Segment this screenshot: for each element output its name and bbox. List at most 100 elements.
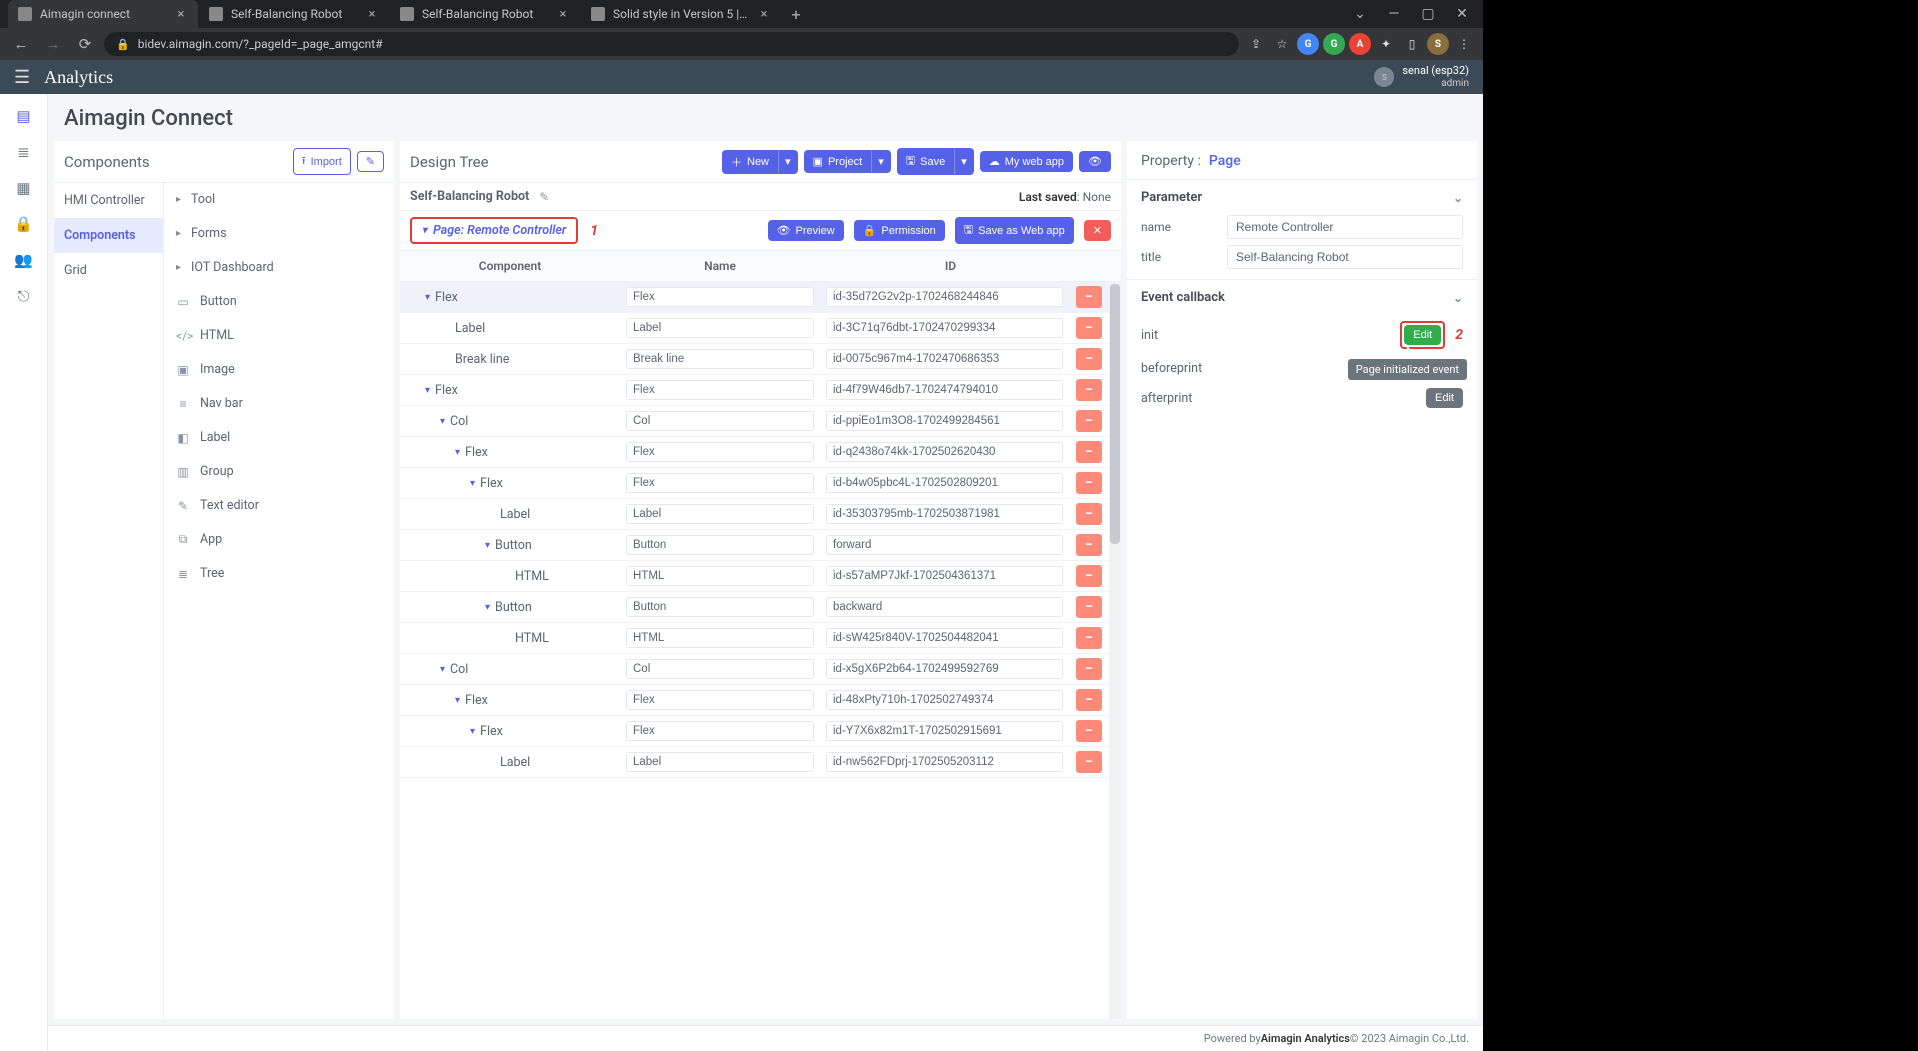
delete-row-button[interactable]: − — [1076, 379, 1102, 401]
import-button[interactable]: ⭱ Import — [293, 148, 351, 175]
id-input[interactable] — [826, 535, 1063, 555]
delete-row-button[interactable]: − — [1076, 317, 1102, 339]
tree-row[interactable]: ▾Col− — [400, 654, 1109, 685]
delete-row-button[interactable]: − — [1076, 534, 1102, 556]
id-input[interactable] — [826, 721, 1063, 741]
extensions-icon[interactable]: ✦ — [1375, 33, 1397, 55]
close-icon[interactable]: × — [757, 7, 771, 21]
triangle-icon[interactable]: ▾ — [455, 695, 460, 706]
component-label[interactable]: ◧Label — [164, 421, 394, 455]
triangle-icon[interactable]: ▾ — [485, 540, 490, 551]
menu-icon[interactable]: ⋮ — [1453, 33, 1475, 55]
rename-icon[interactable]: ✎ — [539, 190, 549, 204]
page-selector[interactable]: ▾ Page: Remote Controller — [410, 217, 578, 244]
id-input[interactable] — [826, 504, 1063, 524]
tree-row[interactable]: ▾Flex− — [400, 282, 1109, 313]
name-input[interactable] — [626, 721, 814, 741]
name-input[interactable] — [626, 566, 814, 586]
tree-row[interactable]: ▾Flex− — [400, 716, 1109, 747]
name-input[interactable] — [626, 597, 814, 617]
edit-components-button[interactable]: ✎ — [357, 151, 384, 172]
tree-row[interactable]: Label− — [400, 499, 1109, 530]
tree-row[interactable]: ▾Button− — [400, 592, 1109, 623]
user-menu[interactable]: S senal (esp32) admin — [1374, 65, 1469, 88]
edit-afterprint-button[interactable]: Edit — [1426, 388, 1463, 408]
browser-tab-0[interactable]: Aimagin connect × — [8, 0, 198, 28]
tab-hmi-controller[interactable]: HMI Controller — [54, 183, 163, 218]
name-input[interactable] — [1227, 215, 1463, 239]
tree-row[interactable]: HTML− — [400, 623, 1109, 654]
triangle-icon[interactable]: ▾ — [485, 602, 490, 613]
browser-tab-3[interactable]: Solid style in Version 5 | Font Aw × — [581, 0, 781, 28]
close-page-button[interactable]: ✕ — [1084, 220, 1111, 241]
vertical-scrollbar[interactable] — [1109, 282, 1121, 1019]
component-tree[interactable]: ≣Tree — [164, 557, 394, 591]
component-tool[interactable]: ▸Tool — [164, 183, 394, 217]
name-input[interactable] — [626, 442, 814, 462]
component-group[interactable]: ▥Group — [164, 455, 394, 489]
share-icon[interactable]: ⇪ — [1245, 33, 1267, 55]
name-input[interactable] — [626, 659, 814, 679]
name-input[interactable] — [626, 628, 814, 648]
component-button[interactable]: ▭Button — [164, 285, 394, 319]
address-bar[interactable]: 🔒 bidev.aimagin.com/?_pageId=_page_amgcn… — [104, 32, 1239, 56]
name-input[interactable] — [626, 318, 814, 338]
tree-row[interactable]: Label− — [400, 747, 1109, 778]
tree-row[interactable]: HTML− — [400, 561, 1109, 592]
collapse-icon[interactable]: ⌄ — [1453, 191, 1463, 205]
component-app[interactable]: ⧉App — [164, 523, 394, 557]
browser-tab-2[interactable]: Self-Balancing Robot × — [390, 0, 580, 28]
triangle-icon[interactable]: ▾ — [470, 478, 475, 489]
id-input[interactable] — [826, 442, 1063, 462]
delete-row-button[interactable]: − — [1076, 627, 1102, 649]
close-icon[interactable]: × — [556, 7, 570, 21]
tree-row[interactable]: ▾Flex− — [400, 685, 1109, 716]
id-input[interactable] — [826, 659, 1063, 679]
triangle-icon[interactable]: ▾ — [455, 447, 460, 458]
save-button[interactable]: 🖫Save — [897, 148, 954, 175]
delete-row-button[interactable]: − — [1076, 503, 1102, 525]
delete-row-button[interactable]: − — [1076, 286, 1102, 308]
triangle-icon[interactable]: ▾ — [440, 664, 445, 675]
id-input[interactable] — [826, 318, 1063, 338]
back-button[interactable]: ← — [8, 31, 34, 57]
tree-row[interactable]: ▾Flex− — [400, 437, 1109, 468]
scrollbar-thumb[interactable] — [1110, 284, 1120, 544]
delete-row-button[interactable]: − — [1076, 441, 1102, 463]
delete-row-button[interactable]: − — [1076, 472, 1102, 494]
maximize-icon[interactable]: ▢ — [1415, 1, 1441, 27]
delete-row-button[interactable]: − — [1076, 689, 1102, 711]
id-input[interactable] — [826, 566, 1063, 586]
rail-lock-icon[interactable]: 🔒 — [16, 216, 32, 232]
triangle-icon[interactable]: ▾ — [470, 726, 475, 737]
tree-row[interactable]: ▾Flex− — [400, 375, 1109, 406]
hamburger-icon[interactable]: ☰ — [14, 67, 30, 88]
name-input[interactable] — [626, 411, 814, 431]
forward-button[interactable]: → — [40, 31, 66, 57]
triangle-icon[interactable]: ▾ — [425, 292, 430, 303]
name-input[interactable] — [626, 287, 814, 307]
tab-grid[interactable]: Grid — [54, 253, 163, 288]
id-input[interactable] — [826, 690, 1063, 710]
name-input[interactable] — [626, 473, 814, 493]
rail-logout-icon[interactable]: ⎋ — [16, 288, 32, 304]
reload-button[interactable]: ⟳ — [72, 31, 98, 57]
id-input[interactable] — [826, 473, 1063, 493]
name-input[interactable] — [626, 752, 814, 772]
browser-tab-1[interactable]: Self-Balancing Robot × — [199, 0, 389, 28]
ext-grammarly-icon[interactable]: G — [1323, 33, 1345, 55]
name-input[interactable] — [626, 349, 814, 369]
rail-database-icon[interactable]: ≣ — [16, 144, 32, 160]
edit-init-button[interactable]: Edit — [1404, 325, 1441, 345]
view-button[interactable]: 👁 — [1079, 151, 1111, 172]
component-html[interactable]: </>HTML — [164, 319, 394, 353]
profile-icon[interactable]: S — [1427, 33, 1449, 55]
rail-page-icon[interactable]: ▤ — [16, 108, 32, 124]
permission-button[interactable]: 🔒Permission — [854, 220, 945, 241]
name-input[interactable] — [626, 535, 814, 555]
chevron-down-icon[interactable]: ⌄ — [1347, 1, 1373, 27]
name-input[interactable] — [626, 690, 814, 710]
ext-translate-icon[interactable]: G — [1297, 33, 1319, 55]
id-input[interactable] — [826, 380, 1063, 400]
component-image[interactable]: ▣Image — [164, 353, 394, 387]
